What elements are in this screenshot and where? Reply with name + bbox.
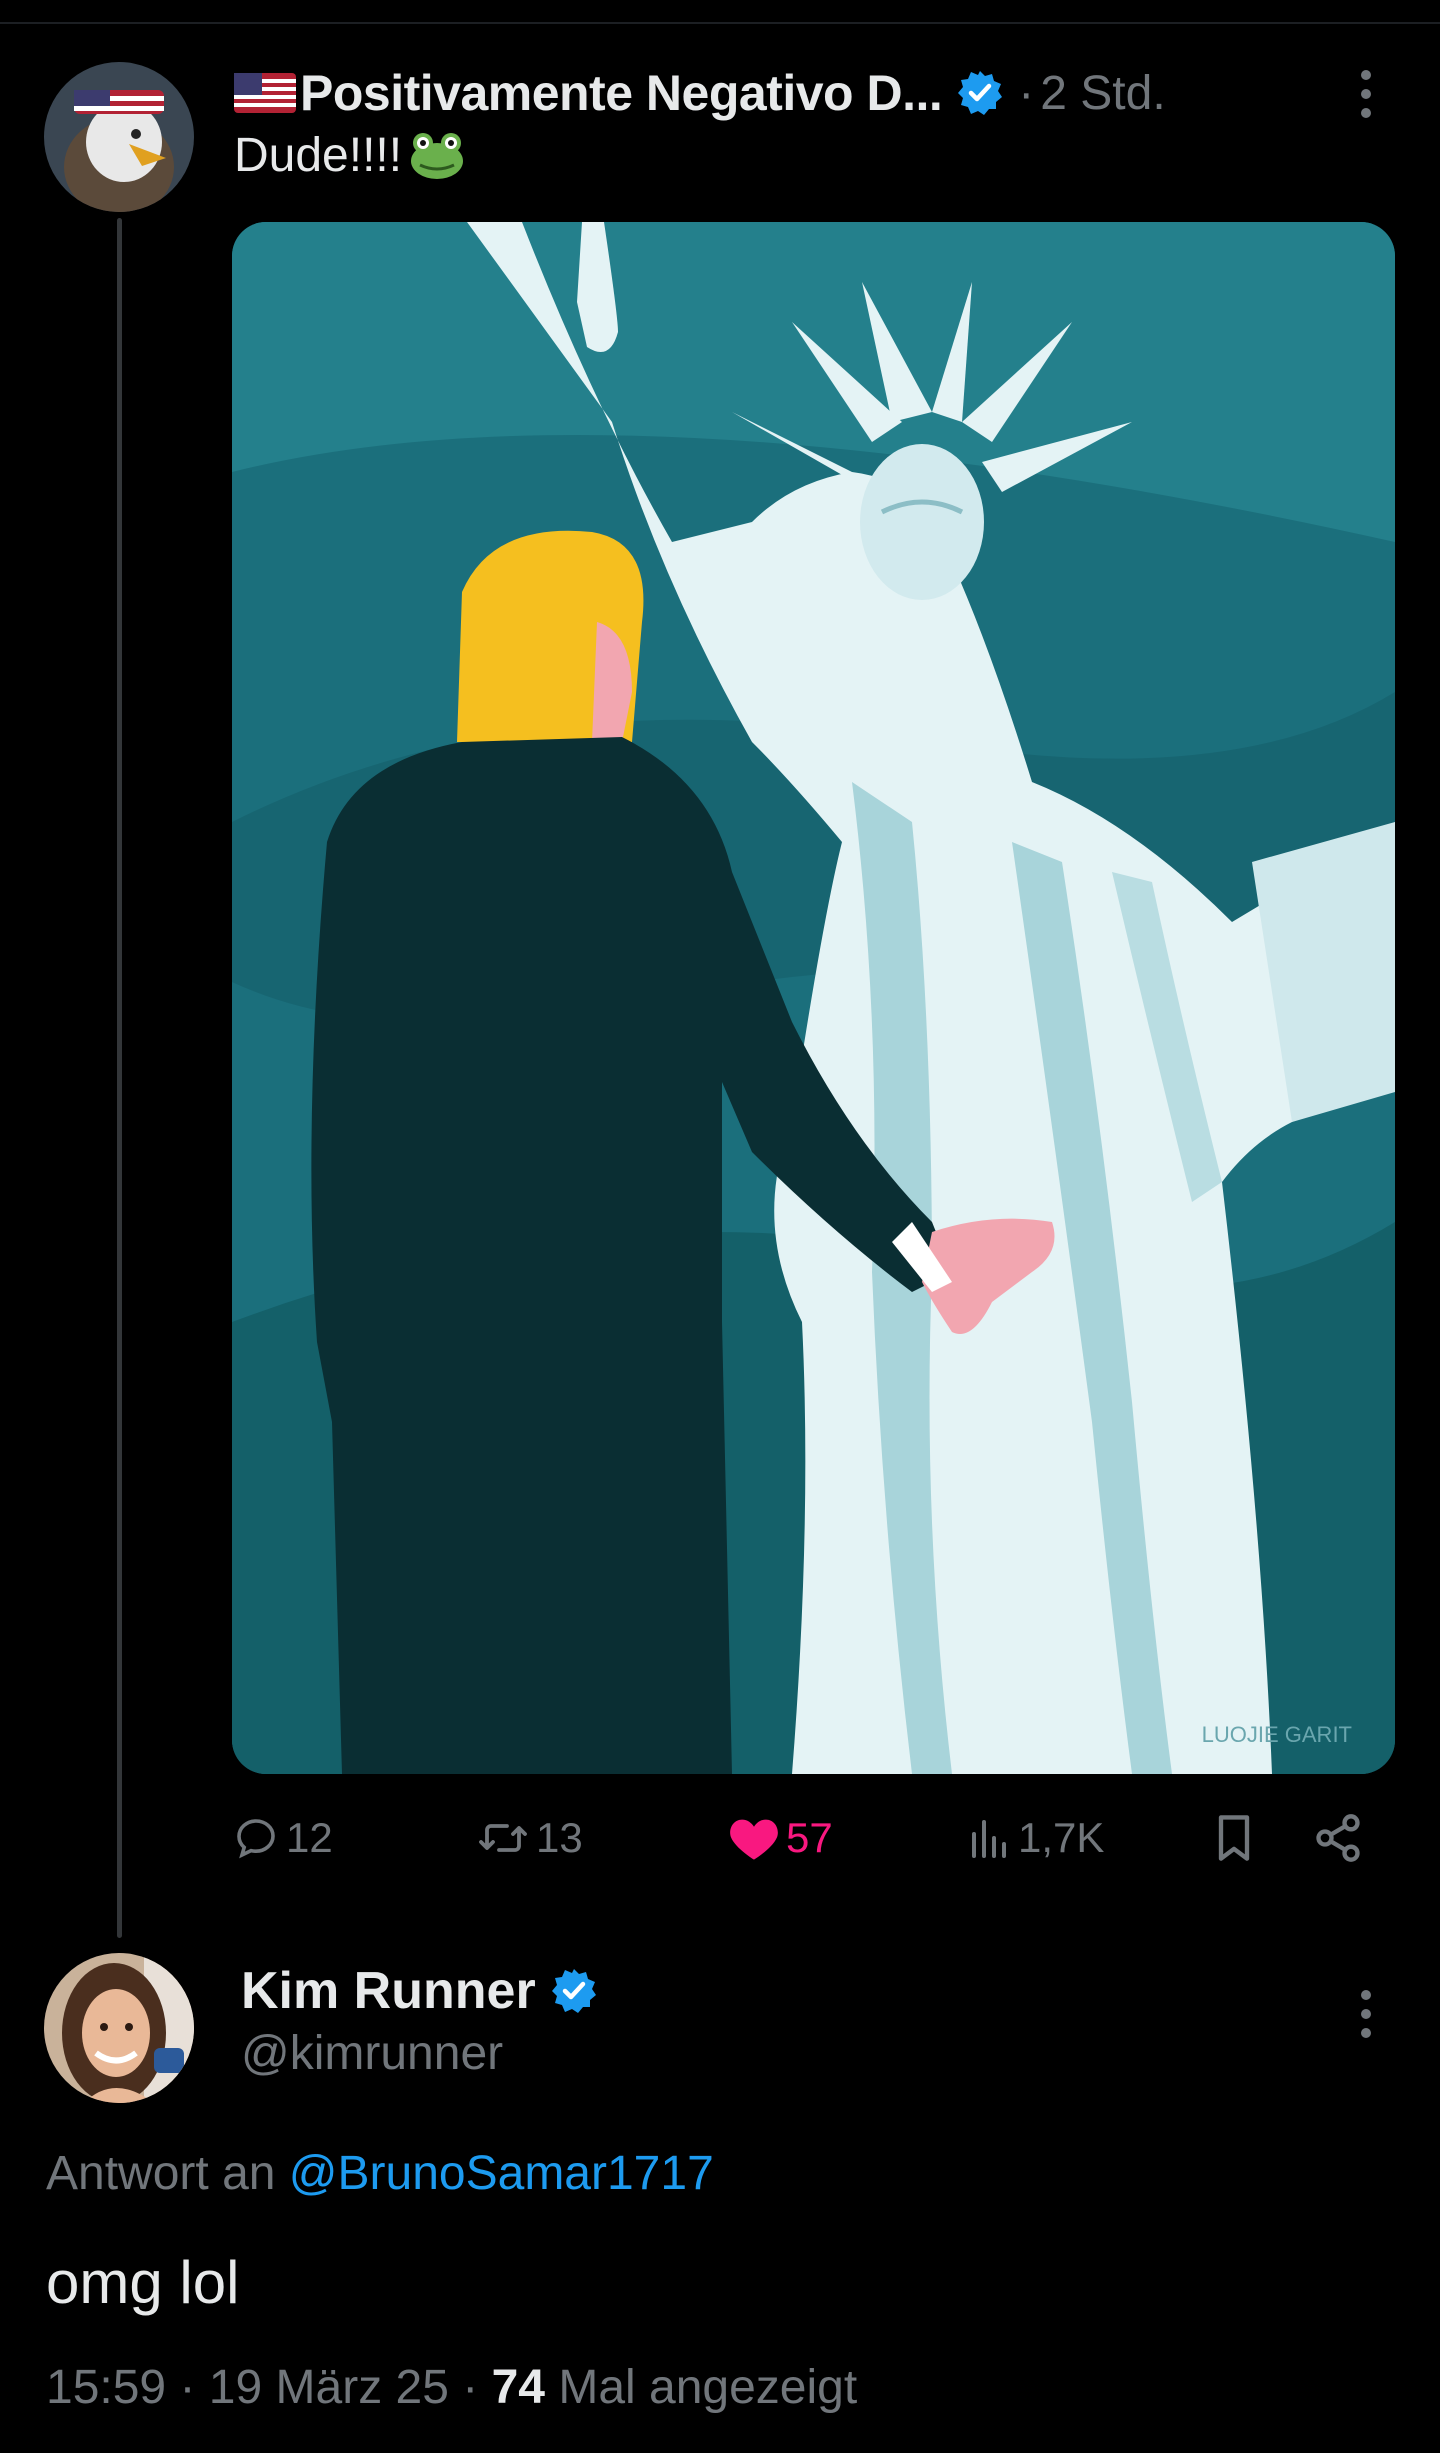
post-media-image[interactable]: LUOJIE GARIT [232,222,1395,1774]
more-dot-icon [1361,70,1371,80]
post-more-options-button[interactable] [1356,70,1376,118]
reply-to-label: Antwort an [46,2147,276,2200]
reply-text: omg lol [46,2249,240,2316]
more-dot-icon [1361,108,1371,118]
reply-to-line: Antwort an @BrunoSamar1717 [46,2146,714,2201]
views-count: 1,7K [1018,1814,1105,1861]
reply-to-mention-link[interactable]: @BrunoSamar1717 [289,2147,714,2200]
reply-author-avatar[interactable] [44,1953,194,2103]
reply-button[interactable]: 12 [232,1802,333,1874]
verified-badge-icon [550,1967,598,2015]
reply-count: 12 [286,1814,333,1861]
meta-separator: · [1018,66,1035,120]
post-header: Positivamente Negativo D... · 2 Std. [234,58,1166,128]
repost-count: 13 [536,1814,583,1861]
more-dot-icon [1361,89,1371,99]
post-action-bar: 12 13 57 1,7K [232,1802,1402,1874]
reply-time[interactable]: 15:59 [46,2361,166,2414]
post-text: Dude!!!! [234,128,468,183]
like-count: 57 [786,1814,833,1861]
post-author-avatar[interactable] [44,62,194,212]
top-divider [0,22,1440,24]
repost-button[interactable]: 13 [476,1802,583,1874]
post-timestamp[interactable]: 2 Std. [1040,66,1165,121]
us-flag-emoji [234,73,296,113]
views-chart-icon [972,1820,1006,1858]
reply-header: Kim Runner [241,1958,598,2024]
meta-separator: · [179,2361,196,2414]
reply-date[interactable]: 19 März 25 [209,2361,449,2414]
repost-icon [479,1824,527,1852]
verified-badge-icon [956,69,1004,117]
reply-icon [237,1819,275,1859]
more-dot-icon [1361,2009,1371,2019]
heart-icon [730,1819,778,1860]
reply-author-handle[interactable]: @kimrunner [241,2026,503,2081]
more-dot-icon [1361,2028,1371,2038]
reply-meta-row: 15:59 · 19 März 25 · 74 Mal angezeigt [46,2360,857,2415]
share-button[interactable] [1312,1802,1364,1874]
reply-views-count: 74 [491,2361,545,2414]
reply-author-name[interactable]: Kim Runner [241,1961,536,2021]
reply-views-label: Mal angezeigt [558,2361,858,2414]
post-text-content: Dude!!!! [234,129,403,182]
share-icon [1316,1814,1360,1862]
bookmark-button[interactable] [1212,1802,1256,1874]
bookmark-icon [1218,1815,1250,1861]
frog-emoji [406,131,468,181]
thread-connector-line [117,218,122,1938]
reply-more-options-button[interactable] [1356,1990,1376,2038]
meta-separator: · [462,2361,479,2414]
post-author-name[interactable]: Positivamente Negativo D... [300,64,943,122]
more-dot-icon [1361,1990,1371,2000]
views-button[interactable]: 1,7K [968,1802,1104,1874]
media-watermark: LUOJIE GARIT [1202,1722,1352,1747]
like-button[interactable]: 57 [728,1802,833,1874]
